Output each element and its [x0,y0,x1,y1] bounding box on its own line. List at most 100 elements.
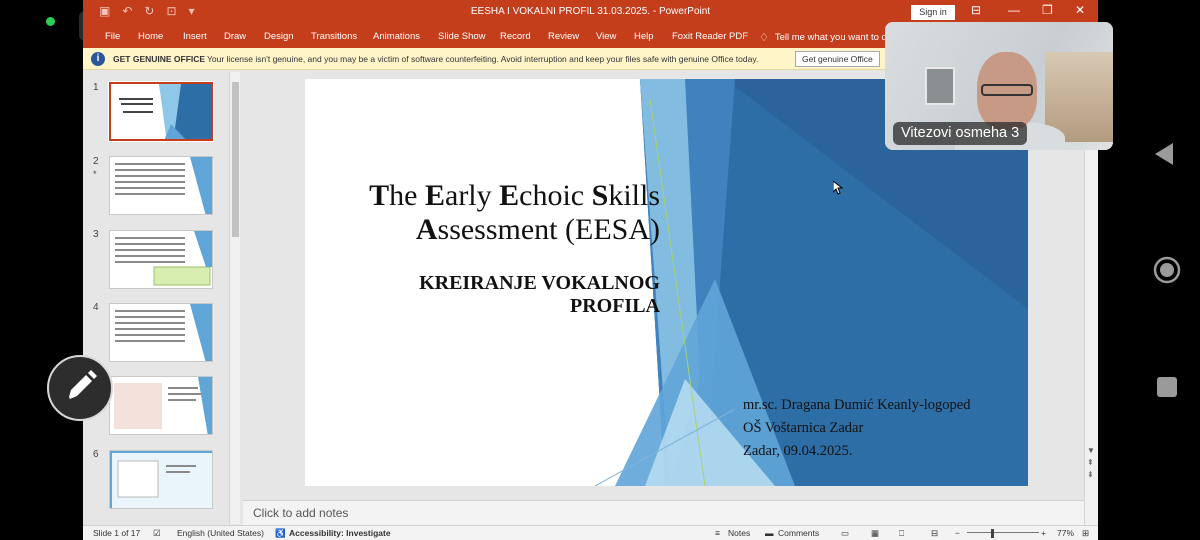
scroll-down-arrow-icon[interactable]: ▼ [1087,446,1095,455]
accessibility-icon: ♿ [275,528,286,538]
thumbnail-graphic [153,231,212,286]
participant-name-label: Vitezovi osmeha 3 [893,122,1028,145]
slide-thumbnails-pane: 1 2 * 3 4 6 [83,70,243,525]
title-initial: E [499,179,520,212]
title-initial: T [369,179,390,212]
tab-review[interactable]: Review [548,31,579,42]
notes-pane[interactable]: Click to add notes [243,500,1084,525]
zoom-level[interactable]: 77% [1057,528,1074,538]
slide-sorter-icon[interactable]: ▦ [871,528,879,539]
slide-title-line-2: Assessment (EESA) [305,213,660,247]
minimize-button[interactable]: — [1008,3,1020,17]
scrollbar-thumb[interactable] [232,82,239,237]
title-word: he [389,179,425,212]
thumbnail-animation-marker: * [93,169,97,179]
warning-message: Your license isn't genuine, and you may … [207,54,759,64]
close-button[interactable]: ✕ [1075,3,1085,17]
warning-title: GET GENUINE OFFICE [113,54,206,64]
tab-draw[interactable]: Draw [224,31,246,42]
title-initial: E [424,179,445,212]
status-bar: Slide 1 of 17 ☑ English (United States) … [83,525,1098,540]
sign-in-button[interactable]: Sign in [911,5,955,20]
thumbnail-graphic [190,304,212,361]
accessibility-status[interactable]: Accessibility: Investigate [289,528,391,538]
participant-glasses [981,84,1033,96]
normal-view-icon[interactable]: ▭ [841,528,849,539]
get-genuine-office-button[interactable]: Get genuine Office [795,51,880,67]
lightbulb-icon: ♢ [759,32,769,44]
tab-foxit-reader-pdf[interactable]: Foxit Reader PDF [672,31,748,42]
zoom-out-button[interactable]: − [955,528,960,538]
tab-slide-show[interactable]: Slide Show [438,31,486,42]
title-initial: S [591,179,609,212]
screen: ▣ ↶ ↻ ⊡ ▾ EESHA I VOKALNI PROFIL 31.03.2… [0,0,1200,540]
recent-apps-icon[interactable] [1155,375,1179,399]
home-icon[interactable] [1152,255,1182,285]
tab-design[interactable]: Design [264,31,294,42]
slide-thumbnail-1[interactable] [108,81,214,142]
thumbnail-number: 6 [93,449,99,460]
reading-view-icon[interactable]: ⎕ [899,528,904,539]
participant-video-tile[interactable]: Vitezovi osmeha 3 [885,22,1113,150]
tell-me-label: Tell me what you want to d [774,32,887,43]
comments-button[interactable]: Comments [778,528,819,538]
spelling-check-icon[interactable]: ☑ [153,528,161,539]
thumbnail-number: 1 [93,82,99,93]
annotate-button[interactable] [47,355,113,421]
tab-animations[interactable]: Animations [373,31,420,42]
title-word: choic [519,179,592,212]
android-navigation-bar [1135,0,1200,540]
tab-record[interactable]: Record [500,31,531,42]
tab-insert[interactable]: Insert [183,31,207,42]
slide-thumbnail-2[interactable] [109,156,213,215]
ribbon-display-options-icon[interactable]: ⊟ [971,3,981,17]
previous-slide-icon[interactable]: ⇞ [1087,458,1094,467]
recording-indicator [46,17,55,26]
title-word: ssessment (EESA) [437,213,660,246]
info-icon: i [91,52,105,66]
fit-to-window-icon[interactable]: ⊞ [1082,528,1089,539]
thumbnail-graphic [190,157,212,214]
slide-author: mr.sc. Dragana Dumić Keanly-logoped [743,397,971,413]
notes-icon: ≡ [715,528,720,538]
mouse-cursor-icon [833,181,843,195]
title-word: arly [445,179,500,212]
thumbnail-graphic [119,84,211,139]
comments-icon: ▬ [765,528,774,538]
language-indicator[interactable]: English (United States) [177,528,264,538]
slide-date: Zadar, 09.04.2025. [743,443,853,459]
slide-thumbnail-3[interactable] [109,230,213,289]
next-slide-icon[interactable]: ⇟ [1087,470,1094,479]
thumbnail-number: 3 [93,229,99,240]
thumbnail-number: 4 [93,302,99,313]
slide-thumbnail-4[interactable] [109,303,213,362]
back-icon[interactable] [1153,141,1177,167]
slide-subtitle-line-2: PROFILA [570,295,660,317]
slide-counter: Slide 1 of 17 [93,528,141,538]
thumbnail-graphic [114,377,212,434]
wall-picture [925,67,955,105]
tab-file[interactable]: File [105,31,120,42]
slide-title-line-1: The Early Echoic Skills [305,179,660,213]
notes-button[interactable]: Notes [728,528,750,538]
notes-placeholder: Click to add notes [253,506,349,520]
zoom-in-button[interactable]: + [1041,528,1046,538]
thumbnail-number: 2 [93,156,99,167]
zoom-slider-thumb[interactable] [991,529,994,538]
maximize-button[interactable]: ❐ [1042,3,1053,17]
tell-me-search[interactable]: ♢ Tell me what you want to d [759,31,887,44]
thumbnails-scrollbar[interactable] [229,72,240,524]
slide-thumbnail-5[interactable] [109,376,213,435]
tab-transitions[interactable]: Transitions [311,31,357,42]
zoom-slider[interactable] [967,532,1039,533]
tab-help[interactable]: Help [634,31,654,42]
slide-show-icon[interactable]: ⊟ [931,528,938,539]
tab-view[interactable]: View [596,31,616,42]
thumbnail-graphic [110,451,212,508]
tab-home[interactable]: Home [138,31,163,42]
title-word: kills [608,179,660,212]
pencil-icon [69,370,97,399]
slide-thumbnail-6[interactable] [109,450,213,509]
title-initial: A [415,213,438,246]
slide-subtitle-line-1: KREIRANJE VOKALNOG [419,272,660,294]
